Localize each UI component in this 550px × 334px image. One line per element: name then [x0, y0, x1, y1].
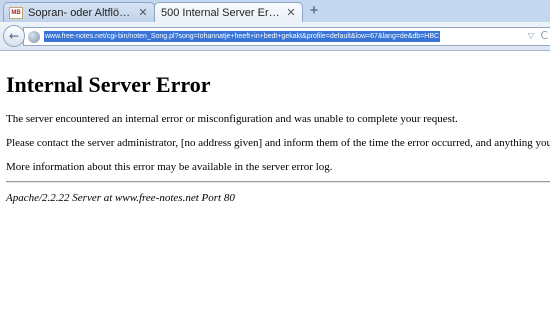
url-text[interactable]: www.free-notes.net/cgi-bin/noten_Song.pl… [44, 31, 441, 42]
back-button[interactable]: ← [3, 25, 25, 47]
tab-internal-server-error[interactable]: 500 Internal Server Error ✕ [154, 2, 303, 22]
log-message: More information about this error may be… [6, 161, 333, 173]
history-dropdown-icon[interactable]: ▽ [528, 31, 534, 40]
page-title: Internal Server Error [6, 72, 211, 97]
address-bar[interactable]: www.free-notes.net/cgi-bin/noten_Song.pl… [23, 27, 550, 46]
page-content: Internal Server Error The server encount… [6, 72, 550, 204]
tab-strip: MB Sopran- oder Altflöte für B... ✕ 500 … [0, 0, 550, 22]
reload-icon[interactable]: C [540, 29, 548, 42]
tab-sopran[interactable]: MB Sopran- oder Altflöte für B... ✕ [3, 2, 155, 22]
server-signature: Apache/2.2.22 Server at www.free-notes.n… [6, 192, 235, 204]
close-tab-icon[interactable]: ✕ [284, 6, 298, 19]
new-tab-button[interactable]: + [306, 3, 322, 19]
favicon-icon: MB [9, 6, 23, 19]
close-tab-icon[interactable]: ✕ [136, 6, 150, 19]
navigation-bar: www.free-notes.net/cgi-bin/noten_Song.pl… [0, 22, 550, 51]
tab-title: Sopran- oder Altflöte für B... [28, 6, 136, 19]
error-message: The server encountered an internal error… [6, 113, 458, 125]
divider [6, 181, 550, 183]
site-info-icon[interactable] [28, 30, 40, 43]
contact-message: Please contact the server administrator,… [6, 137, 550, 149]
tab-title: 500 Internal Server Error [161, 6, 283, 19]
